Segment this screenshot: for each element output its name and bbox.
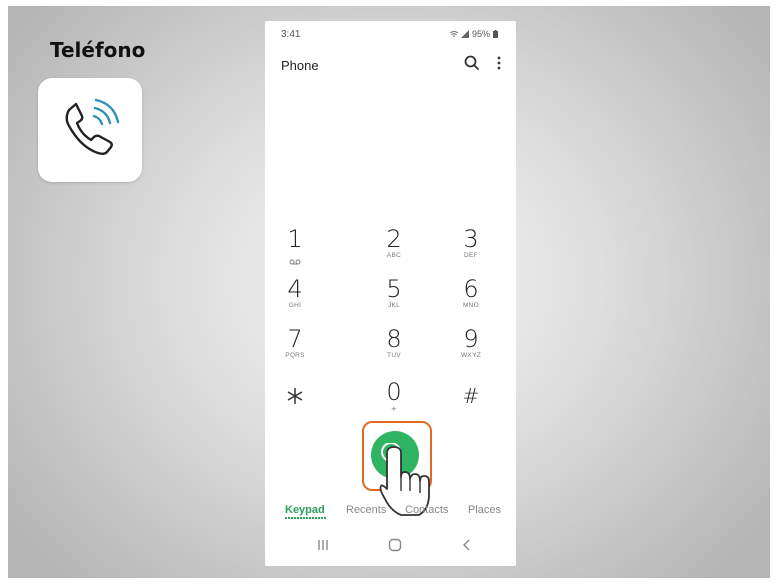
- key-letters: WXYZ: [461, 352, 481, 359]
- recent-apps-icon[interactable]: [313, 535, 333, 555]
- frame-border-left: [0, 0, 8, 584]
- key-digit: 8: [386, 325, 402, 353]
- android-nav-bar: [265, 535, 516, 561]
- bottom-tabs: Keypad Recents Contacts Places: [265, 504, 516, 526]
- key-letters: GHI: [288, 302, 302, 309]
- key-8[interactable]: 8 TUV: [364, 326, 424, 372]
- key-digit: 7: [287, 325, 303, 353]
- battery-icon: [493, 30, 498, 38]
- search-icon[interactable]: [463, 54, 481, 72]
- key-5[interactable]: 5 JKL: [364, 276, 424, 322]
- app-title: Phone: [281, 58, 319, 73]
- voicemail-icon: [289, 259, 301, 265]
- more-options-icon[interactable]: [494, 54, 504, 72]
- phone-ringing-icon: [65, 98, 120, 155]
- status-time: 3:41: [281, 29, 301, 40]
- active-tab-indicator: [285, 517, 326, 519]
- key-digit: 6: [463, 275, 479, 303]
- key-letters: +: [391, 404, 397, 414]
- key-hash[interactable]: #: [441, 383, 501, 429]
- key-digit: 2: [386, 225, 402, 253]
- key-digit: 1: [287, 225, 303, 253]
- key-digit: 3: [463, 225, 479, 253]
- frame-border-right: [770, 0, 778, 584]
- key-digit: 0: [386, 378, 402, 406]
- key-7[interactable]: 7 PQRS: [265, 326, 325, 372]
- key-0[interactable]: 0 +: [364, 379, 424, 425]
- home-icon[interactable]: [385, 535, 405, 555]
- battery-percent: 95%: [471, 29, 490, 39]
- key-6[interactable]: 6 MNO: [441, 276, 501, 322]
- tab-recents[interactable]: Recents: [346, 504, 386, 516]
- key-digit: 9: [463, 325, 479, 353]
- frame-border-top: [0, 0, 778, 6]
- key-letters: TUV: [387, 352, 401, 359]
- tab-contacts[interactable]: Contacts: [405, 504, 448, 516]
- key-letters: PQRS: [285, 352, 305, 359]
- tab-places[interactable]: Places: [468, 504, 501, 516]
- signal-icon: [460, 30, 469, 38]
- key-2[interactable]: 2 ABC: [364, 226, 424, 272]
- key-9[interactable]: 9 WXYZ: [441, 326, 501, 372]
- key-letters: MNO: [462, 302, 480, 309]
- tab-keypad[interactable]: Keypad: [285, 504, 325, 516]
- frame-border-bottom: [0, 578, 778, 584]
- wifi-icon: [449, 30, 458, 37]
- back-icon[interactable]: [457, 535, 477, 555]
- slide-heading: Teléfono: [50, 38, 146, 62]
- key-digit: 4: [287, 275, 303, 303]
- key-letters: DEF: [464, 252, 478, 259]
- key-star[interactable]: [265, 381, 325, 427]
- key-digit: 5: [386, 275, 402, 303]
- phone-screen: 3:41 95% Phone 1 2 ABC 3 DEF 4 GHI 5 JKL…: [265, 21, 516, 566]
- key-letters: ABC: [386, 252, 402, 259]
- key-3[interactable]: 3 DEF: [441, 226, 501, 272]
- key-letters: JKL: [387, 302, 401, 309]
- asterisk-icon: [287, 388, 303, 404]
- phone-app-tile: [38, 78, 142, 182]
- key-4[interactable]: 4 GHI: [265, 276, 325, 322]
- key-1[interactable]: 1: [265, 226, 325, 272]
- key-digit: #: [462, 384, 480, 408]
- status-icons: 95%: [449, 29, 498, 39]
